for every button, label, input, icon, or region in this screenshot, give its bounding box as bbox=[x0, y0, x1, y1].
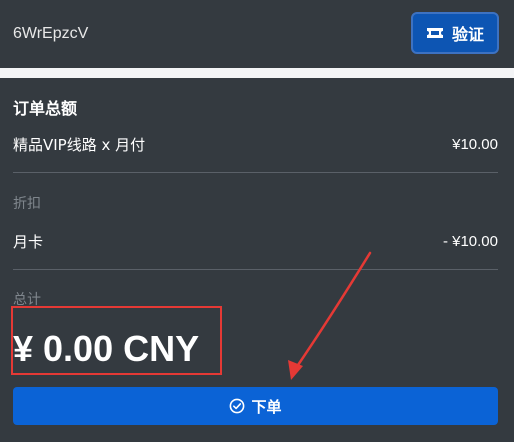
verify-button-label: 验证 bbox=[451, 25, 484, 44]
coupon-bar: 验证 bbox=[0, 0, 514, 68]
discount-label: 折扣 bbox=[13, 196, 41, 212]
line-item-row: 精品VIP线路 x 月付 ¥10.00 bbox=[13, 134, 498, 155]
line-item-name: 精品VIP线路 x 月付 bbox=[13, 136, 146, 154]
place-order-button[interactable]: 下单 bbox=[13, 387, 498, 425]
annotation-highlight-box bbox=[11, 306, 222, 375]
discount-name: 月卡 bbox=[13, 233, 44, 251]
check-circle-icon bbox=[230, 398, 245, 414]
order-summary-panel: 订单总额 精品VIP线路 x 月付 ¥10.00 折扣 月卡 - ¥10.00 … bbox=[0, 78, 514, 442]
checkout-stage: 验证 订单总额 精品VIP线路 x 月付 ¥10.00 折扣 月卡 - ¥10.… bbox=[0, 0, 514, 442]
bottom-edge bbox=[0, 432, 514, 442]
section-gap bbox=[0, 68, 514, 78]
verify-button[interactable]: 验证 bbox=[411, 12, 499, 54]
discount-amount: - ¥10.00 bbox=[442, 233, 498, 250]
divider bbox=[13, 269, 498, 270]
ticket-icon bbox=[426, 28, 443, 38]
place-order-label: 下单 bbox=[251, 397, 282, 416]
order-total-heading: 订单总额 bbox=[13, 99, 78, 118]
line-item-price: ¥10.00 bbox=[452, 136, 498, 153]
divider bbox=[13, 172, 498, 173]
discount-row: 月卡 - ¥10.00 bbox=[13, 231, 498, 252]
coupon-code-input[interactable] bbox=[0, 0, 400, 68]
